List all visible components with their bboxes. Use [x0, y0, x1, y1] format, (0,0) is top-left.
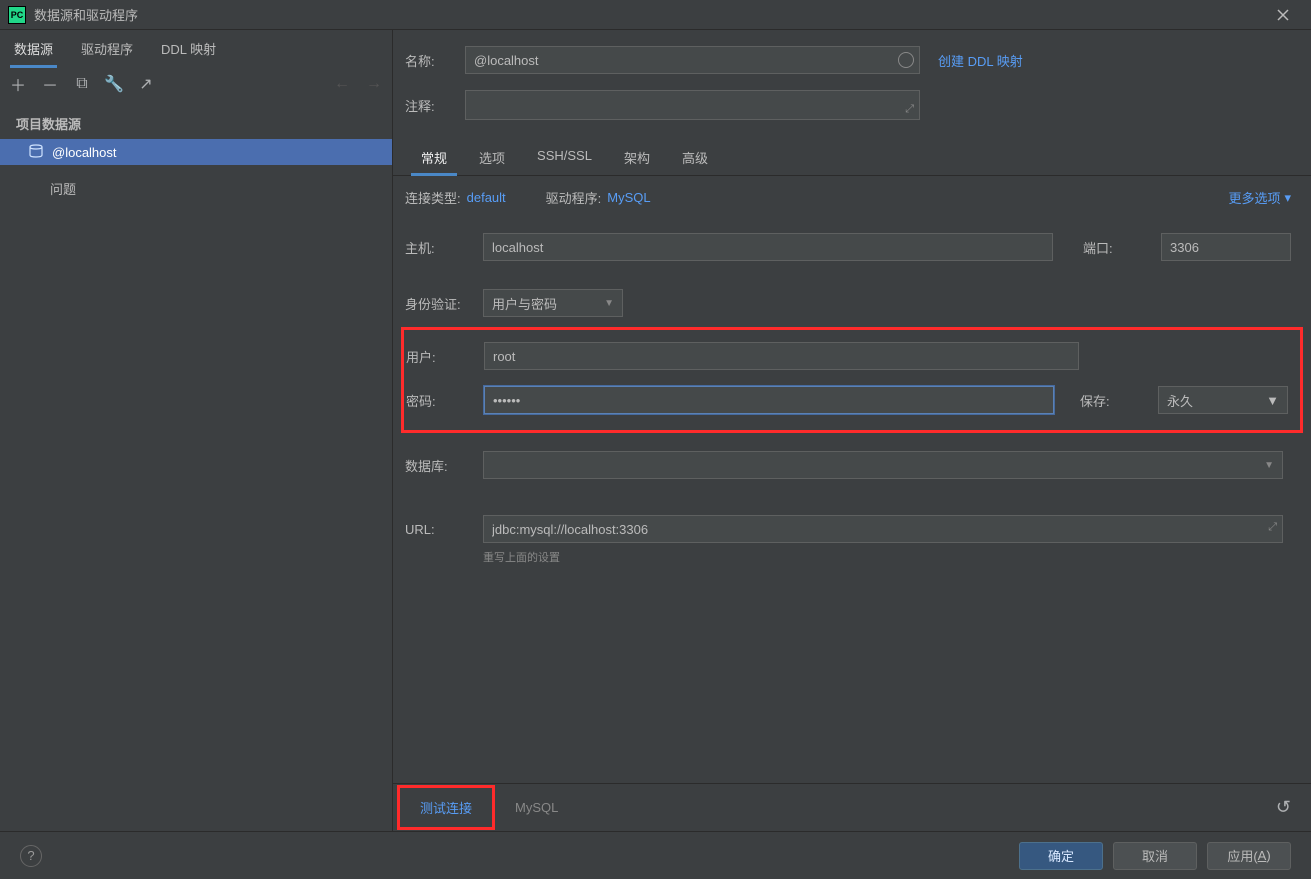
tab-advanced[interactable]: 高级 [666, 140, 724, 175]
tab-options[interactable]: 选项 [463, 140, 521, 175]
sidebar-tabs: 数据源 驱动程序 DDL 映射 [0, 30, 392, 66]
port-input[interactable] [1161, 233, 1291, 261]
close-button[interactable] [1263, 0, 1303, 30]
section-header-project-datasources: 项目数据源 [0, 102, 392, 139]
connection-type-value[interactable]: default [467, 190, 506, 205]
back-icon[interactable]: ← [332, 75, 352, 93]
comment-input-wrapper: ⤢ [465, 90, 920, 120]
create-ddl-mapping-link[interactable]: 创建 DDL 映射 [938, 51, 1023, 70]
url-note: 重写上面的设置 [393, 549, 1311, 565]
host-input[interactable] [483, 233, 1053, 261]
save-label: 保存: [1080, 391, 1158, 410]
chevron-down-icon: ▼ [1264, 460, 1274, 471]
chevron-down-icon: ▾ [1284, 190, 1291, 206]
host-label: 主机: [405, 238, 483, 257]
name-row: 名称: 创建 DDL 映射 [393, 30, 1311, 82]
user-label: 用户: [406, 347, 484, 366]
save-select[interactable]: 永久 ▼ [1158, 386, 1288, 414]
name-label: 名称: [405, 51, 465, 70]
titlebar: PC 数据源和驱动程序 [0, 0, 1311, 30]
more-options-link[interactable]: 更多选项 ▾ [1228, 188, 1291, 207]
database-icon [28, 143, 44, 162]
window-title: 数据源和驱动程序 [34, 5, 1263, 24]
test-connection-highlight: 测试连接 [397, 785, 495, 830]
forward-icon[interactable]: → [364, 75, 384, 93]
tab-sshssl[interactable]: SSH/SSL [521, 140, 608, 175]
name-input-wrapper [465, 46, 920, 74]
sidebar: 数据源 驱动程序 DDL 映射 ＋ － ⧉ 🔧 ↗ ← → 项目数据源 @loc… [0, 30, 393, 831]
datasource-label: @localhost [52, 145, 117, 160]
bottom-bar: 测试连接 MySQL ↺ [393, 783, 1311, 831]
name-input[interactable] [465, 46, 920, 74]
app-icon: PC [8, 6, 26, 24]
remove-icon[interactable]: － [40, 72, 60, 96]
expand-icon[interactable]: ⤢ [1268, 521, 1277, 539]
help-button[interactable]: ? [20, 845, 42, 867]
port-label: 端口: [1083, 238, 1161, 257]
url-input-wrapper: ⤢ [483, 515, 1283, 543]
comment-label: 注释: [405, 96, 465, 115]
driver-name-label: MySQL [515, 800, 558, 815]
datasource-item[interactable]: @localhost [0, 139, 392, 165]
url-label: URL: [405, 522, 483, 537]
database-label: 数据库: [405, 456, 483, 475]
expand-icon[interactable]: ⤢ [905, 103, 914, 116]
color-picker-icon[interactable] [898, 52, 914, 68]
footer: ? 确定 取消 应用(A) [0, 831, 1311, 879]
password-row: 密码: 保存: 永久 ▼ [404, 378, 1300, 422]
auth-select[interactable]: 用户与密码 ▼ [483, 289, 623, 317]
export-icon[interactable]: ↗ [136, 74, 156, 94]
tab-drivers[interactable]: 驱动程序 [67, 31, 147, 66]
tab-ddl-mapping[interactable]: DDL 映射 [147, 31, 230, 66]
driver-label: 驱动程序: [546, 188, 602, 207]
user-input[interactable] [484, 342, 1079, 370]
database-select[interactable]: ▼ [483, 451, 1283, 479]
url-input[interactable] [483, 515, 1283, 543]
tab-general[interactable]: 常规 [405, 140, 463, 175]
tab-datasources[interactable]: 数据源 [0, 31, 67, 66]
content-tabs: 常规 选项 SSH/SSL 架构 高级 [393, 128, 1311, 176]
content-panel: 名称: 创建 DDL 映射 注释: ⤢ 常规 选项 SSH/SSL 架构 高级 … [393, 30, 1311, 831]
auth-label: 身份验证: [405, 294, 483, 313]
comment-row: 注释: ⤢ [393, 82, 1311, 128]
connection-type-label: 连接类型: [405, 188, 461, 207]
add-icon[interactable]: ＋ [8, 72, 28, 96]
revert-icon[interactable]: ↺ [1276, 797, 1291, 818]
auth-row: 身份验证: 用户与密码 ▼ [393, 271, 1311, 327]
close-icon [1277, 9, 1289, 21]
user-row: 用户: [404, 334, 1300, 378]
test-connection-link[interactable]: 测试连接 [420, 801, 472, 816]
comment-input[interactable] [465, 90, 920, 120]
apply-button[interactable]: 应用(A) [1207, 842, 1291, 870]
password-input[interactable] [484, 386, 1054, 414]
sidebar-problems[interactable]: 问题 [0, 165, 392, 204]
driver-value[interactable]: MySQL [607, 190, 650, 205]
cancel-button[interactable]: 取消 [1113, 842, 1197, 870]
wrench-icon[interactable]: 🔧 [104, 74, 124, 94]
database-row: 数据库: ▼ [393, 433, 1311, 489]
chevron-down-icon: ▼ [1266, 393, 1279, 408]
connection-info-row: 连接类型: default 驱动程序: MySQL 更多选项 ▾ [393, 176, 1311, 215]
password-label: 密码: [406, 391, 484, 410]
ok-button[interactable]: 确定 [1019, 842, 1103, 870]
sidebar-toolbar: ＋ － ⧉ 🔧 ↗ ← → [0, 66, 392, 102]
tab-schemas[interactable]: 架构 [608, 140, 666, 175]
url-row: URL: ⤢ [393, 489, 1311, 553]
main-area: 数据源 驱动程序 DDL 映射 ＋ － ⧉ 🔧 ↗ ← → 项目数据源 @loc… [0, 30, 1311, 831]
host-row: 主机: 端口: [393, 215, 1311, 271]
chevron-down-icon: ▼ [604, 298, 614, 309]
copy-icon[interactable]: ⧉ [72, 75, 92, 93]
credentials-highlight: 用户: 密码: 保存: 永久 ▼ [401, 327, 1303, 433]
